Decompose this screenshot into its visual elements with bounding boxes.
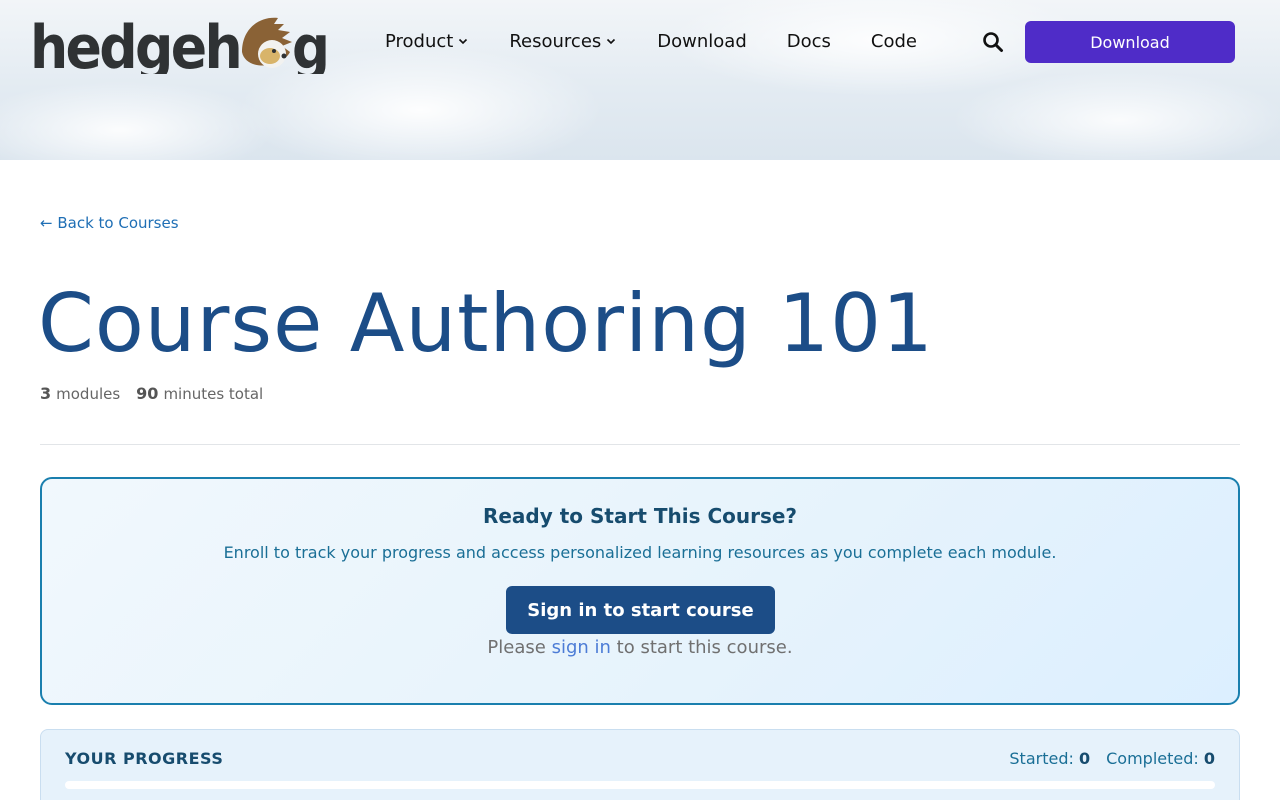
progress-card: YOUR PROGRESS Started: 0 Completed: 0 xyxy=(40,729,1240,800)
hedgehog-logo-mark: hedgeh g xyxy=(30,13,330,74)
hedgehog-logo[interactable]: hedgeh g xyxy=(30,10,330,74)
enroll-title: Ready to Start This Course? xyxy=(482,504,798,528)
sign-in-note-suffix: to start this course. xyxy=(616,637,793,658)
sign-in-to-start-button[interactable]: Sign in to start course xyxy=(506,586,775,634)
enroll-description: Enroll to track your progress and access… xyxy=(223,543,1057,562)
completed-value: 0 xyxy=(1203,749,1215,768)
nav-item-download[interactable]: Download xyxy=(657,29,746,53)
progress-bar xyxy=(65,781,1215,789)
modules-label: modules xyxy=(56,385,121,403)
nav-item-label: Code xyxy=(870,30,918,52)
search-icon xyxy=(983,32,1003,52)
main-nav: Product Resources Download Docs Code xyxy=(385,29,957,53)
minutes-meta: 90 minutes total xyxy=(136,384,263,403)
enroll-card: Ready to Start This Course? Enroll to tr… xyxy=(40,477,1240,705)
svg-text:g: g xyxy=(292,13,330,74)
course-meta: 3 modules 90 minutes total xyxy=(40,384,279,403)
minutes-count: 90 xyxy=(136,384,159,403)
completed-label: Completed: xyxy=(1106,749,1199,768)
nav-item-label: Resources xyxy=(509,30,602,52)
minutes-label: minutes total xyxy=(163,385,264,403)
progress-title: YOUR PROGRESS xyxy=(65,749,224,768)
search-button[interactable] xyxy=(982,31,1004,53)
sign-in-note-prefix: Please xyxy=(487,637,546,658)
started-value: 0 xyxy=(1078,749,1091,768)
started-stat: Started: 0 xyxy=(1009,749,1090,768)
nav-item-resources[interactable]: Resources xyxy=(509,29,617,53)
sign-in-link[interactable]: sign in xyxy=(552,637,611,658)
started-label: Started: xyxy=(1009,749,1074,768)
divider xyxy=(40,444,1240,445)
nav-item-label: Product xyxy=(385,30,454,52)
modules-meta: 3 modules xyxy=(40,384,120,403)
nav-item-product[interactable]: Product xyxy=(385,29,469,53)
nav-item-label: Docs xyxy=(786,30,831,52)
svg-text:hedgeh: hedgeh xyxy=(30,13,240,74)
completed-stat: Completed: 0 xyxy=(1106,749,1215,768)
page-title: Course Authoring 101 xyxy=(38,277,934,370)
back-to-courses-link[interactable]: ← Back to Courses xyxy=(40,214,179,232)
progress-stats: Started: 0 Completed: 0 xyxy=(993,749,1215,768)
modules-count: 3 xyxy=(40,384,52,403)
nav-item-docs[interactable]: Docs xyxy=(787,29,831,53)
chevron-down-icon xyxy=(607,38,616,45)
chevron-down-icon xyxy=(459,38,468,45)
nav-item-code[interactable]: Code xyxy=(871,29,917,53)
download-button[interactable]: Download xyxy=(1025,21,1235,63)
sign-in-note: Please sign in to start this course. xyxy=(42,637,1238,658)
nav-item-label: Download xyxy=(657,30,747,52)
